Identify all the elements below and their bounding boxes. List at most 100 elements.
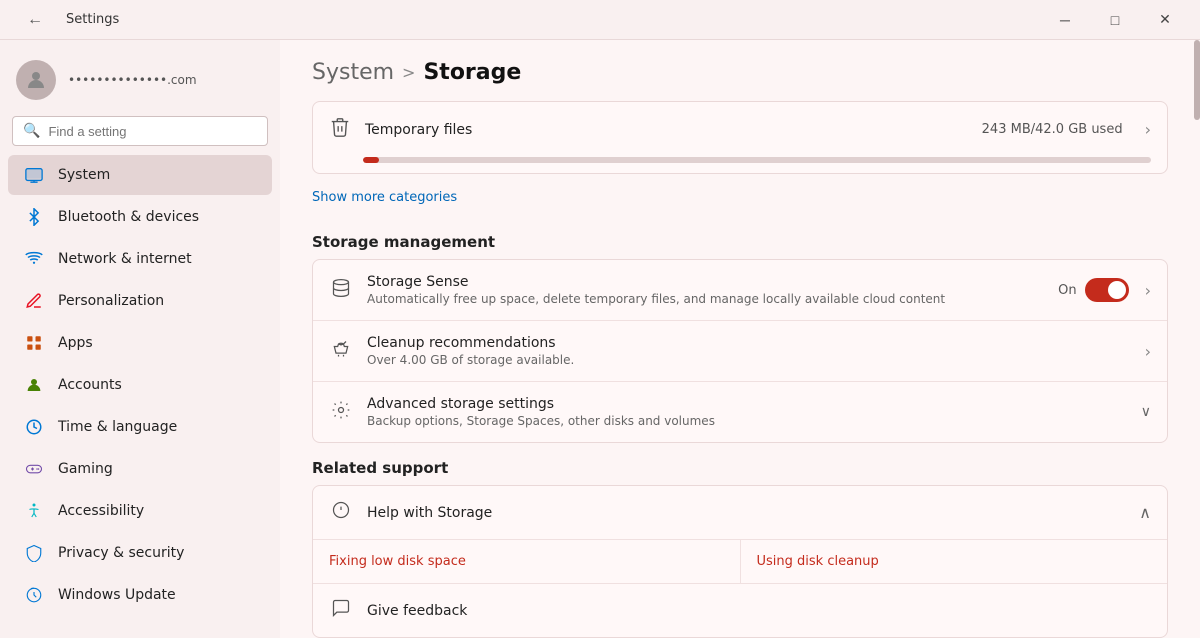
personalization-label: Personalization	[58, 293, 164, 309]
help-storage-chevron-up: ∧	[1139, 503, 1151, 522]
search-input[interactable]	[48, 124, 257, 139]
management-card: Storage Sense Automatically free up spac…	[312, 259, 1168, 443]
help-with-storage-card: Help with Storage ∧ Fixing low disk spac…	[312, 485, 1168, 638]
nav-item-accessibility[interactable]: Accessibility	[8, 491, 272, 531]
storage-progress-wrap	[313, 157, 1167, 173]
advanced-storage-title: Advanced storage settings	[367, 396, 1127, 412]
storage-sense-toggle-label: On	[1058, 283, 1076, 298]
apps-icon	[24, 333, 44, 353]
storage-sense-text: Storage Sense Automatically free up spac…	[367, 274, 1044, 306]
content-header: System > Storage	[280, 40, 1200, 101]
accounts-label: Accounts	[58, 377, 122, 393]
time-icon	[24, 417, 44, 437]
window-title: Settings	[66, 12, 119, 27]
trash-icon	[329, 116, 351, 143]
fix-disk-space-link[interactable]: Fixing low disk space	[313, 540, 741, 583]
breadcrumb-separator: >	[402, 63, 415, 82]
storage-sense-controls: On ›	[1058, 278, 1151, 302]
nav-item-system[interactable]: System	[8, 155, 272, 195]
nav-item-bluetooth[interactable]: Bluetooth & devices	[8, 197, 272, 237]
give-feedback-row[interactable]: Give feedback	[313, 583, 1167, 637]
system-icon	[24, 165, 44, 185]
bluetooth-icon	[24, 207, 44, 227]
close-button[interactable]: ✕	[1142, 4, 1188, 36]
advanced-storage-row[interactable]: Advanced storage settings Backup options…	[313, 382, 1167, 442]
nav-item-personalization[interactable]: Personalization	[8, 281, 272, 321]
content-area: System > Storage	[280, 40, 1200, 638]
cleanup-text: Cleanup recommendations Over 4.00 GB of …	[367, 335, 1123, 367]
disk-cleanup-link[interactable]: Using disk cleanup	[741, 540, 1168, 583]
storage-sense-title: Storage Sense	[367, 274, 1044, 290]
storage-management-heading: Storage management	[312, 233, 1168, 251]
nav-item-time[interactable]: Time & language	[8, 407, 272, 447]
breadcrumb: System > Storage	[312, 60, 1168, 85]
main-layout: ••••••••••••••.com 🔍 System Bluetooth & …	[0, 40, 1200, 638]
back-button[interactable]: ←	[12, 4, 58, 36]
cleanup-title: Cleanup recommendations	[367, 335, 1123, 351]
show-more-categories[interactable]: Show more categories	[312, 186, 457, 217]
update-icon	[24, 585, 44, 605]
content-wrapper: System > Storage	[280, 40, 1200, 638]
advanced-storage-subtitle: Backup options, Storage Spaces, other di…	[367, 414, 1127, 428]
feedback-icon	[329, 598, 353, 623]
update-label: Windows Update	[58, 587, 176, 603]
temporary-files-info: Temporary files	[365, 122, 968, 138]
related-support-heading: Related support	[312, 459, 1168, 477]
temporary-files-row[interactable]: Temporary files 243 MB/42.0 GB used ›	[313, 102, 1167, 157]
advanced-storage-chevron: ∨	[1141, 404, 1151, 420]
nav-item-update[interactable]: Windows Update	[8, 575, 272, 615]
support-links: Fixing low disk space Using disk cleanup	[313, 539, 1167, 583]
gaming-icon	[24, 459, 44, 479]
personalization-icon	[24, 291, 44, 311]
cleanup-row[interactable]: Cleanup recommendations Over 4.00 GB of …	[313, 321, 1167, 382]
title-bar-controls: ─ □ ✕	[1042, 4, 1188, 36]
storage-sense-chevron: ›	[1145, 281, 1151, 300]
toggle-knob	[1108, 281, 1126, 299]
apps-label: Apps	[58, 335, 93, 351]
nav-item-gaming[interactable]: Gaming	[8, 449, 272, 489]
avatar	[16, 60, 56, 100]
system-label: System	[58, 167, 110, 183]
time-label: Time & language	[58, 419, 177, 435]
title-bar-left: ← Settings	[12, 4, 119, 36]
cleanup-chevron: ›	[1145, 342, 1151, 361]
sidebar: ••••••••••••••.com 🔍 System Bluetooth & …	[0, 40, 280, 638]
network-label: Network & internet	[58, 251, 192, 267]
storage-progress-fill	[363, 157, 379, 163]
content-body: Temporary files 243 MB/42.0 GB used › Sh…	[280, 101, 1200, 638]
search-box: 🔍	[12, 116, 268, 146]
cleanup-icon	[329, 339, 353, 364]
nav-item-apps[interactable]: Apps	[8, 323, 272, 363]
advanced-storage-text: Advanced storage settings Backup options…	[367, 396, 1127, 428]
user-section: ••••••••••••••.com	[0, 48, 280, 116]
accounts-icon	[24, 375, 44, 395]
network-icon	[24, 249, 44, 269]
breadcrumb-parent: System	[312, 60, 394, 85]
storage-sense-toggle[interactable]	[1085, 278, 1129, 302]
cleanup-subtitle: Over 4.00 GB of storage available.	[367, 353, 1123, 367]
chevron-right-icon: ›	[1145, 120, 1151, 139]
help-storage-header[interactable]: Help with Storage ∧	[313, 486, 1167, 539]
user-email: ••••••••••••••.com	[68, 73, 197, 87]
minimize-button[interactable]: ─	[1042, 4, 1088, 36]
nav-item-network[interactable]: Network & internet	[8, 239, 272, 279]
storage-sense-row[interactable]: Storage Sense Automatically free up spac…	[313, 260, 1167, 321]
search-icon: 🔍	[23, 123, 40, 139]
nav-item-accounts[interactable]: Accounts	[8, 365, 272, 405]
gaming-label: Gaming	[58, 461, 113, 477]
storage-progress-bar	[363, 157, 1151, 163]
temporary-files-title: Temporary files	[365, 122, 968, 138]
bluetooth-label: Bluetooth & devices	[58, 209, 199, 225]
title-bar: ← Settings ─ □ ✕	[0, 0, 1200, 40]
privacy-icon	[24, 543, 44, 563]
accessibility-label: Accessibility	[58, 503, 144, 519]
nav-item-privacy[interactable]: Privacy & security	[8, 533, 272, 573]
scrollbar-track[interactable]	[1194, 40, 1200, 638]
breadcrumb-current: Storage	[423, 60, 521, 85]
accessibility-icon	[24, 501, 44, 521]
maximize-button[interactable]: □	[1092, 4, 1138, 36]
storage-sense-icon	[329, 278, 353, 303]
scrollbar-thumb	[1194, 40, 1200, 120]
advanced-storage-icon	[329, 400, 353, 425]
help-storage-title: Help with Storage	[367, 505, 1125, 521]
